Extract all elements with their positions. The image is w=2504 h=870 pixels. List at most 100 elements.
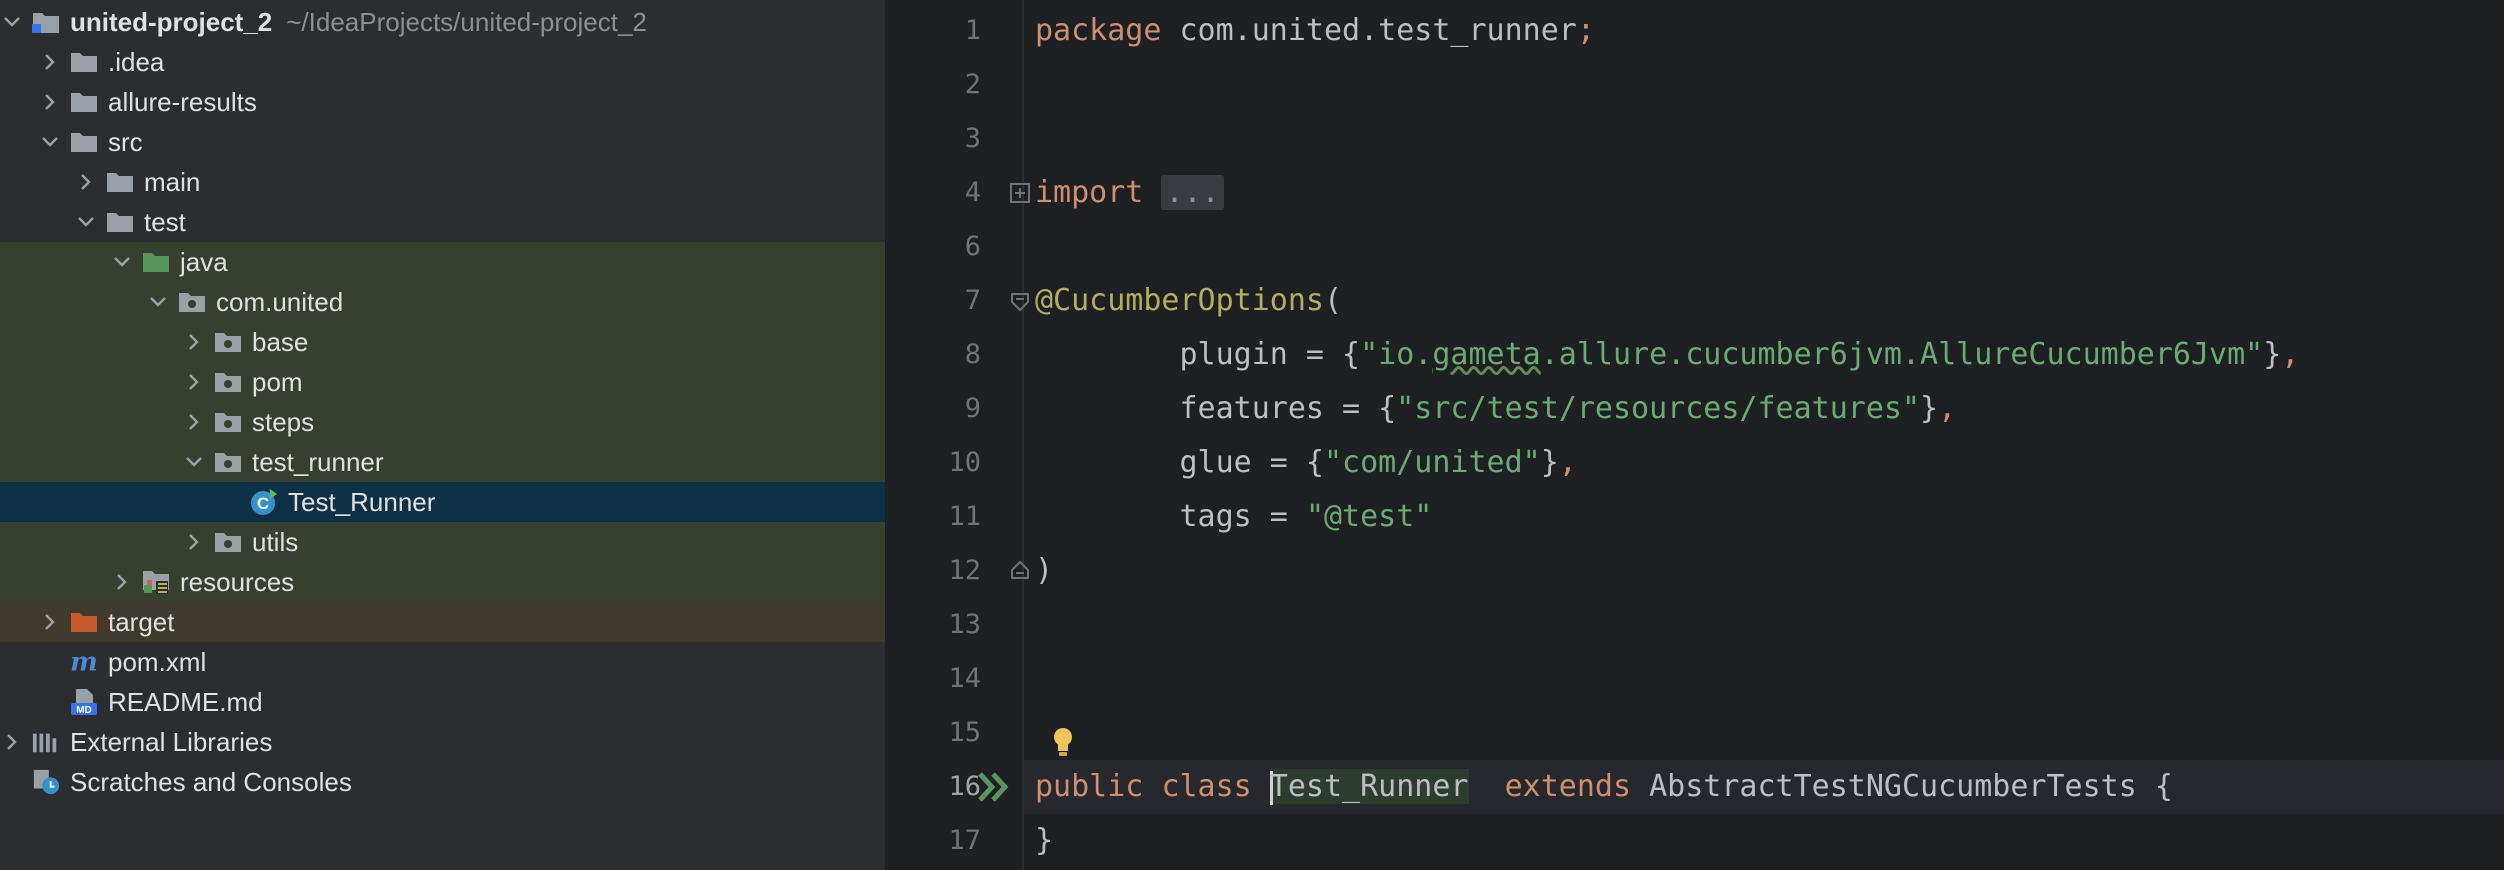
tree-item-target[interactable]: target: [0, 602, 885, 642]
tree-item-utils[interactable]: utils: [0, 522, 885, 562]
chevron-down-icon[interactable]: [40, 122, 60, 162]
tree-item-resources[interactable]: resources: [0, 562, 885, 602]
tree-item-external-libraries[interactable]: External Libraries: [0, 722, 885, 762]
line-number: 9: [964, 393, 981, 424]
folded-imports[interactable]: ...: [1161, 175, 1224, 210]
chevron-right-icon[interactable]: [184, 522, 204, 562]
code-line-11: tags = "@test": [1035, 499, 1433, 534]
folder-icon: [106, 202, 134, 242]
chevron-right-icon[interactable]: [112, 562, 132, 602]
line-number: 2: [964, 69, 981, 100]
line-number: 14: [948, 663, 981, 694]
tree-label: .idea: [108, 46, 165, 77]
chevron-down-icon[interactable]: [112, 242, 132, 282]
tree-label: allure-results: [108, 86, 257, 117]
tree-item-scratches[interactable]: Scratches and Consoles: [0, 762, 885, 802]
module-folder-icon: [32, 2, 60, 42]
fold-collapse-icon[interactable]: [1009, 290, 1031, 312]
tree-item-pom-xml[interactable]: m pom.xml: [0, 642, 885, 682]
svg-text:m: m: [70, 649, 98, 675]
code-line-7: @CucumberOptions(: [1035, 283, 1343, 318]
chevron-right-icon[interactable]: [184, 362, 204, 402]
folder-icon: [70, 122, 98, 162]
tree-root-path: ~/IdeaProjects/united-project_2: [286, 6, 647, 37]
java-class-icon: C: [250, 482, 278, 522]
annotation: @CucumberOptions: [1035, 283, 1324, 318]
tree-item-com-united[interactable]: com.united: [0, 282, 885, 322]
line-number: 15: [948, 717, 981, 748]
tree-item-idea[interactable]: .idea: [0, 42, 885, 82]
line-number: 1: [964, 15, 981, 46]
tree-item-root[interactable]: united-project_2 ~/IdeaProjects/united-p…: [0, 2, 885, 42]
tree-label: test: [144, 206, 186, 237]
code-line-10: glue = {"com/united"},: [1035, 445, 1577, 480]
run-gutter-icon[interactable]: [977, 770, 1013, 804]
tree-label: test_runner: [252, 446, 384, 477]
chevron-down-icon[interactable]: [76, 202, 96, 242]
keyword: package: [1035, 13, 1162, 48]
keyword: extends: [1504, 769, 1632, 804]
line-number: 12: [948, 555, 981, 586]
tree-item-readme[interactable]: MD README.md: [0, 682, 885, 722]
line-number: 17: [948, 825, 981, 856]
folder-icon: [70, 82, 98, 122]
tree-label: resources: [180, 566, 295, 597]
code-line-17: }: [1035, 823, 1054, 858]
tree-label: com.united: [216, 286, 344, 317]
chevron-right-icon[interactable]: [40, 82, 60, 122]
chevron-right-icon[interactable]: [40, 602, 60, 642]
tree-item-steps[interactable]: steps: [0, 402, 885, 442]
tree-item-test[interactable]: test: [0, 202, 885, 242]
chevron-down-icon[interactable]: [184, 442, 204, 482]
code-line-12: ): [1035, 553, 1054, 588]
test-resources-folder-icon: [142, 562, 170, 602]
chevron-down-icon[interactable]: [2, 2, 22, 42]
chevron-right-icon[interactable]: [184, 322, 204, 362]
fold-end-icon[interactable]: [1009, 560, 1031, 582]
code-line-16: public class Test_Runner extends Abstrac…: [1035, 769, 2173, 805]
tree-item-allure-results[interactable]: allure-results: [0, 82, 885, 122]
tree-item-test-runner-package[interactable]: test_runner: [0, 442, 885, 482]
project-tree-panel: united-project_2 ~/IdeaProjects/united-p…: [0, 0, 885, 870]
tree-item-pom[interactable]: pom: [0, 362, 885, 402]
tree-item-src[interactable]: src: [0, 122, 885, 162]
code-line-4: import ...: [1035, 166, 1224, 220]
package-icon: [214, 442, 242, 482]
line-number: 10: [948, 447, 981, 478]
editor-gutter: 1 2 3 4 6 7 8 9 10 11 12 13 14 15 16 17: [885, 0, 1023, 870]
tree-label: Test_Runner: [288, 486, 436, 517]
line-number: 6: [964, 231, 981, 262]
package-icon: [214, 522, 242, 562]
folder-icon: [106, 162, 134, 202]
package-icon: [178, 282, 206, 322]
chevron-right-icon[interactable]: [2, 722, 22, 762]
line-number: 11: [948, 501, 981, 532]
tree-label: base: [252, 326, 309, 357]
scratches-icon: [32, 762, 60, 802]
tree-label: External Libraries: [70, 726, 273, 757]
tree-item-test-runner-class[interactable]: C Test_Runner: [0, 482, 885, 522]
code-line-1: package com.united.test_runner;: [1035, 13, 1595, 48]
tree-label: utils: [252, 526, 299, 557]
tree-label: src: [108, 126, 143, 157]
tree-label: Scratches and Consoles: [70, 766, 352, 797]
chevron-right-icon[interactable]: [76, 162, 96, 202]
lightbulb-icon[interactable]: [1051, 726, 1075, 758]
fold-expand-icon[interactable]: [1009, 182, 1031, 204]
chevron-down-icon[interactable]: [148, 282, 168, 322]
tree-item-main[interactable]: main: [0, 162, 885, 202]
maven-icon: m: [70, 642, 98, 682]
folder-icon: [70, 42, 98, 82]
chevron-right-icon[interactable]: [40, 42, 60, 82]
svg-text:MD: MD: [76, 705, 92, 716]
package-icon: [214, 362, 242, 402]
chevron-right-icon[interactable]: [184, 402, 204, 442]
code-editor[interactable]: 1 2 3 4 6 7 8 9 10 11 12 13 14 15 16 17 …: [885, 0, 2504, 870]
code-line-8: plugin = {"io.gameta.allure.cucumber6jvm…: [1035, 337, 2300, 372]
tree-item-base[interactable]: base: [0, 322, 885, 362]
test-sources-folder-icon: [142, 242, 170, 282]
keyword: public: [1035, 769, 1144, 804]
tree-item-java[interactable]: java: [0, 242, 885, 282]
markdown-file-icon: MD: [70, 682, 98, 722]
line-number: 8: [964, 339, 981, 370]
